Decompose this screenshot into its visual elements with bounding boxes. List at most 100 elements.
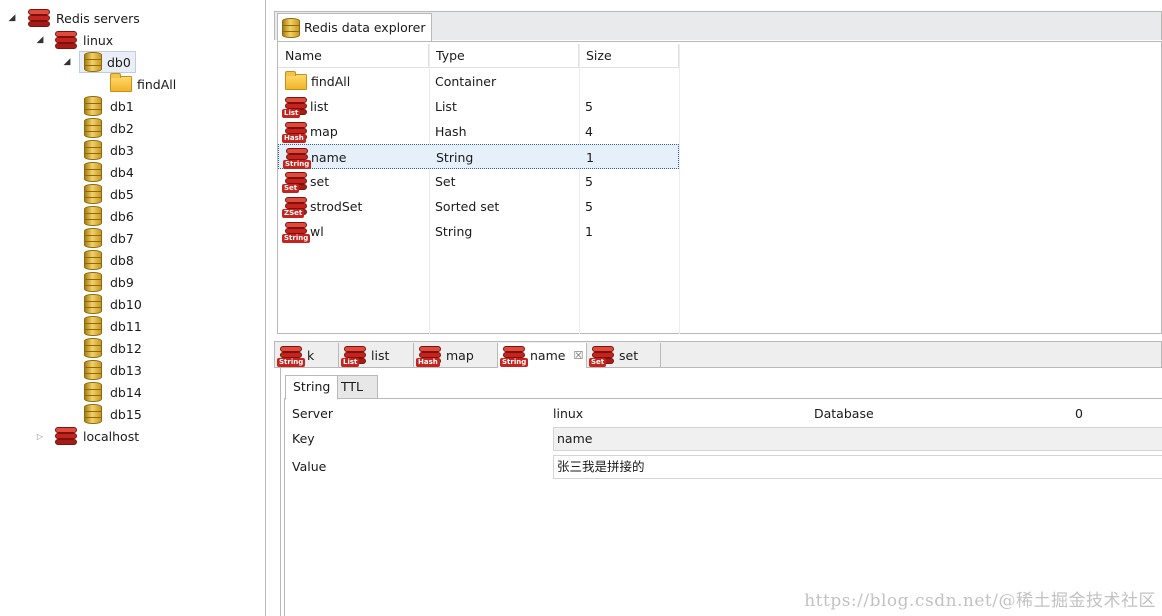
tree-server-linux[interactable]: ◢ linux [0,29,113,51]
key-tabbar: String k List list Hash map String name ☒ Set set [274,341,1162,368]
tree-db-db13[interactable]: db13 [0,359,142,381]
cell-size: 5 [585,99,593,114]
tree-db-db15[interactable]: db15 [0,403,142,425]
tree-db-label: db4 [110,164,134,180]
data-explorer-grid[interactable]: Name Type Size findAll Container List list L… [277,41,1162,334]
tree-db-db5[interactable]: db5 [0,183,134,205]
table-row[interactable]: ZSet strodSet Sorted set 5 [278,194,679,219]
tree-db-db1[interactable]: db1 [0,95,134,117]
tree-db-label: db9 [110,274,134,290]
cell-name: Set set [282,169,329,194]
column-header-size[interactable]: Size [579,44,679,68]
folder-icon [110,73,132,92]
cell-name: String name [283,145,346,170]
column-header-name[interactable]: Name [278,44,429,68]
tree-db-label: db7 [110,230,134,246]
tree-root-redis-servers[interactable]: ◢ Redis servers [0,7,140,29]
tree-server-localhost[interactable]: ▷ localhost [0,425,139,447]
tree-db-db8[interactable]: db8 [0,249,134,271]
tree-db-db9[interactable]: db9 [0,271,134,293]
database-icon [84,162,102,182]
expand-arrow-icon[interactable]: ◢ [62,57,72,67]
tree-db-label: db12 [110,340,142,356]
explorer-tabbar: Redis data explorer [274,11,1162,41]
value-label: Value [292,459,327,474]
cell-size: 4 [585,124,593,139]
value-field[interactable]: 张三我是拼接的 [553,455,1162,479]
tree-db-db10[interactable]: db10 [0,293,142,315]
tree-root-label: Redis servers [56,10,140,26]
tree-db-label: db6 [110,208,134,224]
tab-key-map[interactable]: Hash map [414,343,498,368]
tree-db-label: db11 [110,318,142,334]
cell-type: List [435,99,457,114]
expand-arrow-icon[interactable]: ◢ [35,35,45,45]
tree-db-db7[interactable]: db7 [0,227,134,249]
close-tab-icon[interactable]: ☒ [573,349,583,362]
tree-db-db0[interactable]: ◢ db0 [0,51,136,73]
redis-key-icon: List [282,96,308,118]
tab-key-list[interactable]: List list [339,343,414,368]
redis-cube-icon [27,8,51,28]
database-icon [84,52,102,72]
table-row[interactable]: Hash map Hash 4 [278,119,679,144]
tab-label: k [307,348,315,363]
database-icon [84,118,102,138]
database-icon [84,294,102,314]
key-type-badge: Hash [416,357,440,367]
cell-name-text: map [310,124,338,139]
table-row[interactable]: findAll Container [278,69,679,94]
table-row[interactable]: String name String 1 [278,144,679,169]
tab-redis-data-explorer[interactable]: Redis data explorer [277,13,433,41]
tab-label: map [446,348,474,363]
database-icon [84,250,102,270]
database-icon [84,272,102,292]
expand-arrow-icon[interactable]: ◢ [7,13,17,23]
tree-db-label: db8 [110,252,134,268]
cell-name: findAll [282,69,350,94]
server-tree[interactable]: ◢ Redis servers ◢ linux ◢ db0 findAll db… [0,0,266,616]
collapse-arrow-icon[interactable]: ▷ [35,432,45,441]
redis-key-icon: Hash [282,121,308,143]
column-header-type[interactable]: Type [429,44,579,68]
key-detail-panel: String TTL Server linux Database 0 Key n… [280,368,1162,616]
tree-db-db12[interactable]: db12 [0,337,142,359]
cell-size: 1 [586,150,594,165]
redis-cube-icon [54,30,78,50]
cell-name-text: wl [310,224,324,239]
tab-key-name[interactable]: String name ☒ [498,343,587,368]
tree-container-findall[interactable]: findAll [0,73,176,95]
tree-db-db3[interactable]: db3 [0,139,134,161]
cell-name: Hash map [282,119,338,144]
tab-ttl[interactable]: TTL [333,375,378,399]
tree-db-label: db5 [110,186,134,202]
cell-name-text: name [311,150,347,165]
key-field[interactable]: name [553,427,1162,451]
tree-db-db14[interactable]: db14 [0,381,142,403]
tree-db-db6[interactable]: db6 [0,205,134,227]
cell-type: String [435,224,473,239]
tree-db-label: db10 [110,296,142,312]
tab-key-k[interactable]: String k [275,343,339,368]
table-row[interactable]: String wl String 1 [278,219,679,244]
tab-label: set [619,348,639,363]
database-icon [84,338,102,358]
redis-key-icon: String [500,345,529,367]
database-icon [84,140,102,160]
redis-key-icon: Set [589,345,615,367]
column-divider [679,44,680,334]
table-row[interactable]: Set set Set 5 [278,169,679,194]
tree-db-label: db2 [110,120,134,136]
tab-string[interactable]: String [285,375,339,400]
database-icon [84,404,102,424]
tab-key-set[interactable]: Set set [587,343,661,368]
table-row[interactable]: List list List 5 [278,94,679,119]
tree-db-db2[interactable]: db2 [0,117,134,139]
key-type-badge: String [283,159,312,169]
cell-size: 5 [585,174,593,189]
database-icon [84,228,102,248]
tree-db-db4[interactable]: db4 [0,161,134,183]
key-type-badge: String [500,357,529,367]
tab-label: list [371,348,390,363]
tree-db-db11[interactable]: db11 [0,315,142,337]
